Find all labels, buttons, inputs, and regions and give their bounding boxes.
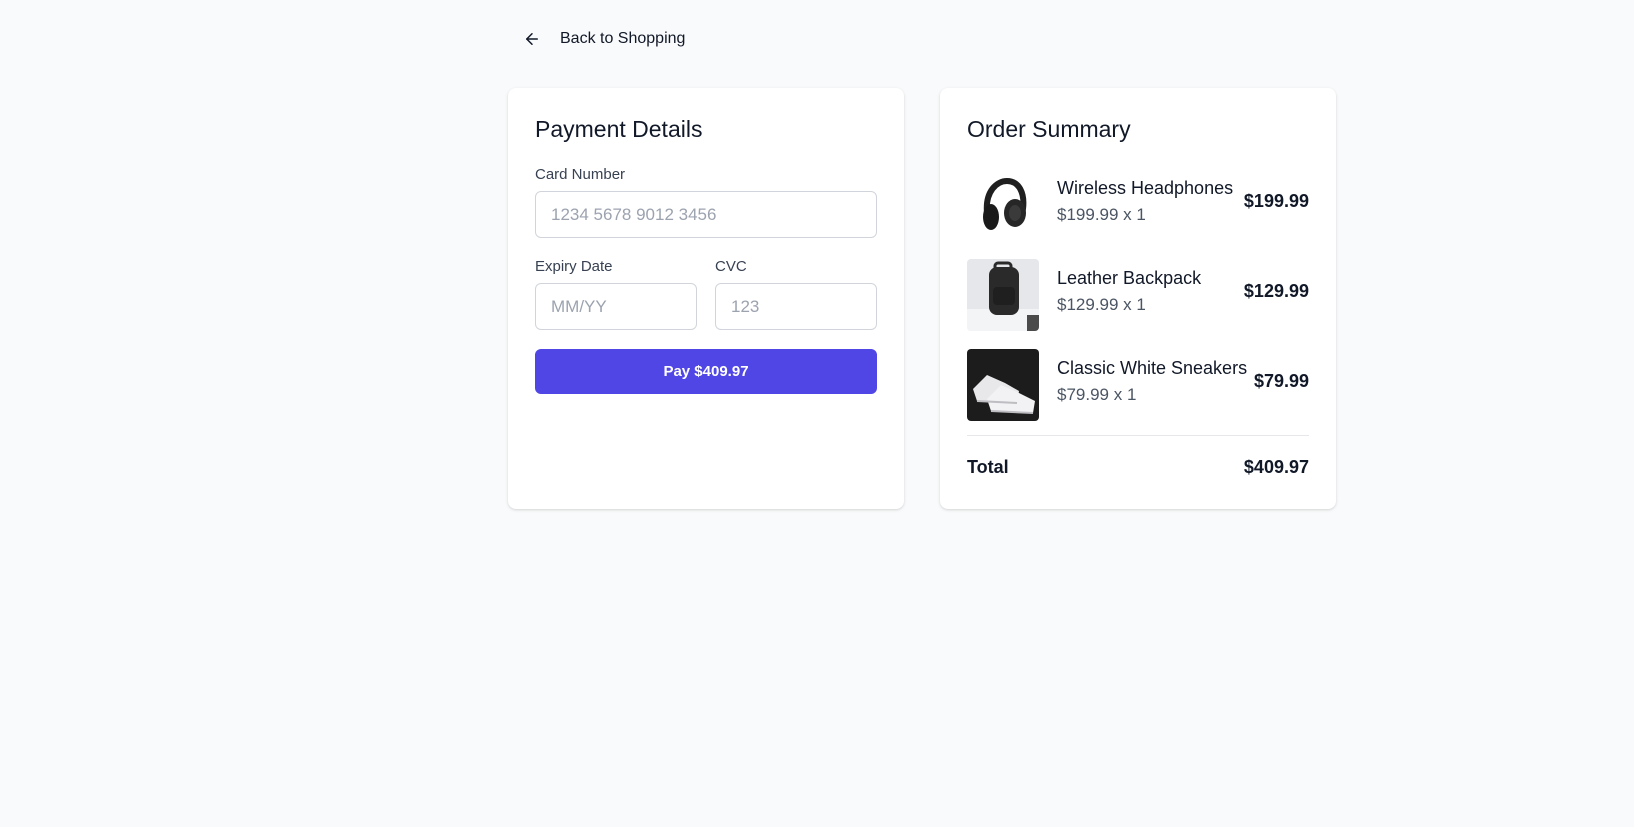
card-number-label: Card Number bbox=[535, 166, 626, 183]
order-summary-title: Order Summary bbox=[967, 116, 1131, 142]
total-value: $409.97 bbox=[1243, 457, 1309, 477]
item-price: $79.99 bbox=[1253, 371, 1309, 391]
order-item: Leather Backpack $129.99 x 1 $129.99 bbox=[967, 259, 1309, 331]
item-name: Wireless Headphones bbox=[1057, 178, 1234, 198]
item-price: $129.99 bbox=[1243, 281, 1309, 301]
summary-divider bbox=[967, 435, 1309, 436]
checkout-page: Back to Shopping Payment Details Card Nu… bbox=[0, 0, 1634, 827]
pay-button[interactable]: Pay $409.97 bbox=[535, 349, 877, 394]
arrow-left-icon bbox=[523, 30, 541, 48]
payment-details-card: Payment Details Card Number Expiry Date … bbox=[508, 88, 904, 509]
item-quantity: $199.99 x 1 bbox=[1057, 205, 1146, 224]
order-summary-card: Order Summary Wireless Headphones $199.9… bbox=[940, 88, 1336, 509]
item-price: $199.99 bbox=[1243, 191, 1309, 211]
cvc-label: CVC bbox=[715, 258, 747, 275]
backpack-image bbox=[967, 259, 1039, 331]
cvc-input[interactable] bbox=[715, 283, 877, 330]
total-label: Total bbox=[967, 457, 1009, 477]
item-quantity: $79.99 x 1 bbox=[1057, 385, 1137, 404]
expiry-date-label: Expiry Date bbox=[535, 258, 613, 275]
back-to-shopping-link[interactable]: Back to Shopping bbox=[523, 24, 685, 54]
back-to-shopping-label: Back to Shopping bbox=[560, 30, 686, 47]
sneakers-image bbox=[967, 349, 1039, 421]
payment-details-title: Payment Details bbox=[535, 116, 703, 142]
item-name: Classic White Sneakers bbox=[1057, 358, 1248, 378]
order-item: Classic White Sneakers $79.99 x 1 $79.99 bbox=[967, 349, 1309, 421]
item-name: Leather Backpack bbox=[1057, 268, 1202, 288]
headphones-image bbox=[967, 169, 1039, 241]
card-number-input[interactable] bbox=[535, 191, 877, 238]
expiry-date-input[interactable] bbox=[535, 283, 697, 330]
item-quantity: $129.99 x 1 bbox=[1057, 295, 1146, 314]
order-item: Wireless Headphones $199.99 x 1 $199.99 bbox=[967, 169, 1309, 241]
